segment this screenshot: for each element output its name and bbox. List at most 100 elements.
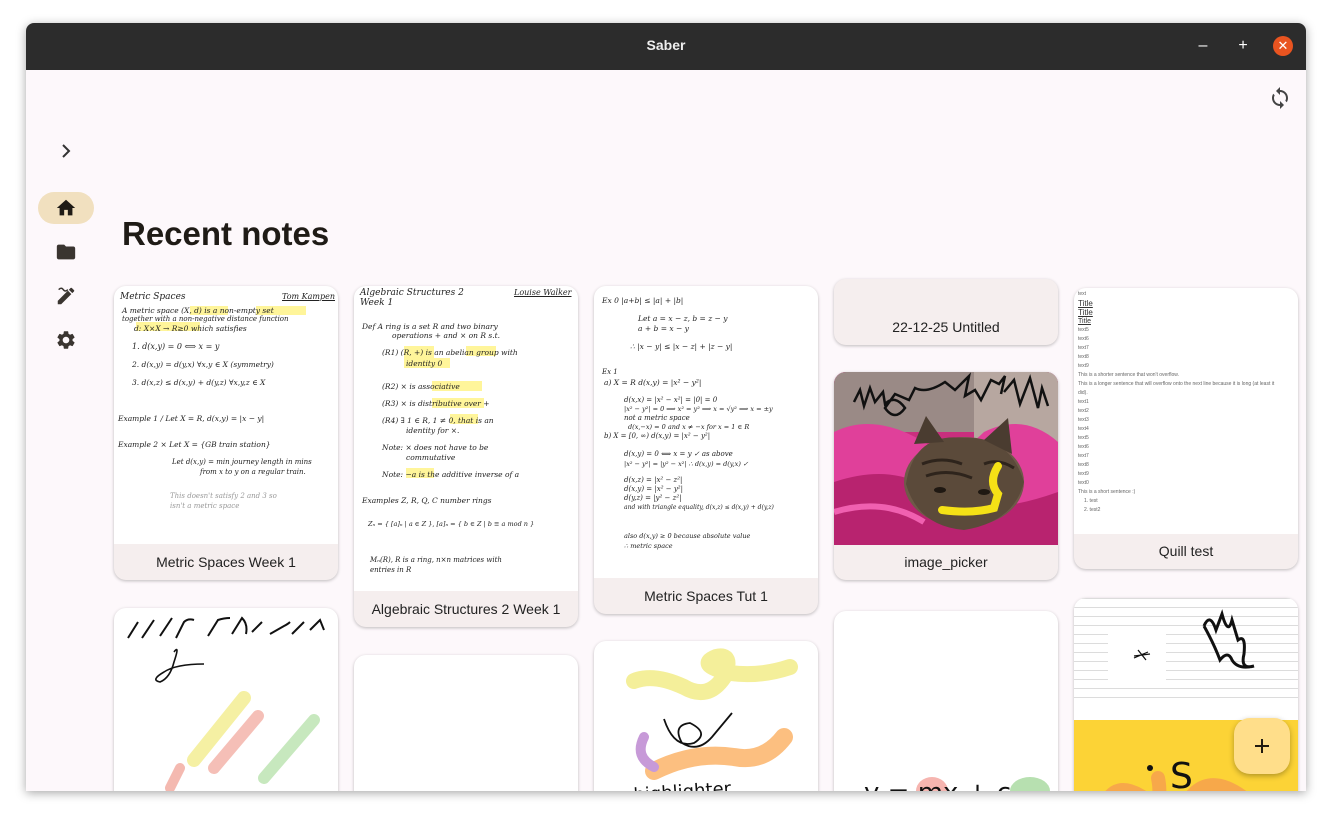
- preview-line: d: X×X → R≥0 which satisfies: [134, 324, 247, 333]
- preview-line: d(x,z) = |x² − z²|: [624, 476, 683, 484]
- preview-line: not a metric space: [624, 414, 690, 422]
- maximize-button[interactable]: +: [1233, 36, 1253, 56]
- note-card[interactable]: [354, 655, 578, 791]
- note-preview: Ex 0 |a+b| ≤ |a| + |b| Let a = x − z, b …: [594, 286, 818, 578]
- preview-line: This doesn't satisfy 2 and 3 so: [170, 492, 277, 500]
- preview-line: b) X = [0, ∞) d(x,y) = |x² − y²|: [604, 432, 711, 440]
- preview-line: d(x,y) = 0 ⟺ x = y ✓ as above: [624, 450, 733, 458]
- note-preview: text Title Title Title text5 text6 text7…: [1074, 288, 1298, 534]
- note-card[interactable]: 22-12-25 Untitled: [834, 279, 1058, 345]
- highlighter-text: highlighter: [633, 778, 732, 791]
- quill-line: text2: [1078, 408, 1089, 414]
- preview-line: ∴ |x − y| ≤ |x − z| + |z − y|: [630, 342, 733, 351]
- quill-line: text8: [1078, 354, 1089, 360]
- quill-line: text9: [1078, 363, 1089, 369]
- quill-line: text4: [1078, 426, 1089, 432]
- quill-line: Title: [1078, 318, 1091, 325]
- preview-line: identity for ×.: [406, 426, 460, 435]
- sync-icon[interactable]: [1268, 86, 1292, 110]
- quill-line: This is a short sentence :): [1078, 489, 1136, 495]
- preview-line: a + b = x − y: [638, 324, 689, 333]
- note-title: Metric Spaces Tut 1: [644, 588, 768, 604]
- preview-line: Let a = x − z, b = z − y: [638, 314, 728, 323]
- equation-text: y = mx + c: [864, 778, 1011, 791]
- note-title: Quill test: [1158, 543, 1214, 559]
- drawing-preview: highlighter: [626, 648, 798, 791]
- preview-line: Examples Z, R, Q, C number rings: [362, 496, 492, 505]
- quill-line: text8: [1078, 462, 1089, 468]
- preview-line: Example 1 / Let X = R, d(x,y) = |x − y|: [118, 414, 265, 423]
- preview-line: (R2) × is associative: [382, 382, 460, 391]
- preview-line: commutative: [406, 453, 456, 462]
- preview-subheading: Week 1: [360, 298, 394, 308]
- preview-line: |x² − y²| = |y² − x²| ∴ d(x,y) = d(y,x) …: [624, 460, 749, 468]
- note-card[interactable]: [114, 608, 338, 791]
- title-bar[interactable]: Saber ‒ + ✕: [26, 23, 1306, 70]
- note-card[interactable]: text Title Title Title text5 text6 text7…: [1074, 288, 1298, 569]
- preview-line: Mₙ(R), R is a ring, n×n matrices with: [370, 556, 502, 564]
- note-card[interactable]: highlighter: [594, 641, 818, 791]
- preview-line: Def A ring is a set R and two binary: [362, 322, 498, 331]
- gear-icon: [57, 331, 75, 349]
- preview-line: |x² − y²| = 0 ⟹ x² = y² ⟹ x = √y² ⟹ x = …: [624, 405, 773, 413]
- preview-line: Ex 1: [602, 368, 618, 376]
- preview-line: Ex 0 |a+b| ≤ |a| + |b|: [602, 296, 684, 305]
- home-icon: [56, 199, 76, 216]
- nav-home[interactable]: [38, 192, 94, 224]
- nav-whiteboard[interactable]: [38, 280, 94, 312]
- preview-line: 3. d(x,z) ≤ d(x,y) + d(y,z) ∀x,y,z ∈ X: [132, 378, 266, 387]
- quill-line: text0: [1078, 480, 1089, 486]
- preview-line: 1. d(x,y) = 0 ⟺ x = y: [132, 342, 220, 351]
- note-preview: Metric Spaces Tom Kampen A metric space …: [114, 286, 338, 544]
- preview-line: 2. d(x,y) = d(y,x) ∀x,y ∈ X (symmetry): [132, 360, 274, 369]
- quill-line: Title: [1078, 299, 1093, 308]
- draw-icon: [57, 287, 75, 305]
- preview-line: Example 2 × Let X = {GB train station}: [118, 440, 271, 449]
- note-title: 22-12-25 Untitled: [892, 319, 1000, 335]
- preview-line: ∴ metric space: [624, 542, 673, 550]
- note-card[interactable]: Algebraic Structures 2 Week 1 Louise Wal…: [354, 286, 578, 627]
- preview-line: a) X = R d(x,y) = |x² − y²|: [604, 378, 702, 387]
- preview-line: d(x,x) = |x² − x²| = |0| = 0: [624, 396, 718, 404]
- preview-line: from x to y on a regular train.: [200, 468, 306, 476]
- preview-line: A metric space (X, d) is a non-empty set: [122, 306, 274, 315]
- cat-photo: [834, 372, 1058, 545]
- preview-line: d(x,y) = |x² − y²|: [624, 485, 683, 493]
- preview-line: Let d(x,y) = min journey length in mins: [172, 458, 312, 466]
- note-card[interactable]: Ex 0 |a+b| ≤ |a| + |b| Let a = x − z, b …: [594, 286, 818, 614]
- quill-line: text5: [1078, 327, 1089, 333]
- note-card[interactable]: y = mx + c: [834, 611, 1058, 791]
- note-title: image_picker: [904, 554, 988, 570]
- svg-text:S: S: [1170, 756, 1193, 791]
- plus-icon: [1255, 739, 1269, 753]
- nav-settings[interactable]: [38, 324, 94, 356]
- quill-line: 1. test: [1084, 498, 1098, 504]
- note-title: Metric Spaces Week 1: [156, 554, 296, 570]
- quill-line: text5: [1078, 435, 1089, 441]
- quill-line: text9: [1078, 471, 1089, 477]
- drawing-preview: [354, 655, 578, 791]
- quill-line: Title: [1078, 308, 1093, 317]
- note-preview: [834, 279, 1058, 309]
- preview-line: (R4) ∃ 1 ∈ R, 1 ≠ 0, that is an: [382, 416, 494, 425]
- preview-line: (R1) (R, +) is an abelian group with: [382, 348, 518, 357]
- note-card[interactable]: image_picker: [834, 372, 1058, 580]
- minimize-button[interactable]: ‒: [1193, 36, 1213, 56]
- note-card[interactable]: Metric Spaces Tom Kampen A metric space …: [114, 286, 338, 580]
- folder-icon: [56, 244, 76, 260]
- nav-browse[interactable]: [38, 236, 94, 268]
- preview-heading: Metric Spaces: [120, 292, 186, 302]
- preview-author: Louise Walker: [514, 288, 572, 297]
- app-window: Saber ‒ + ✕ Recent notes Metric Spaces T…: [26, 23, 1306, 791]
- new-note-button[interactable]: [1234, 718, 1290, 774]
- chevron-right-icon[interactable]: [56, 141, 76, 161]
- preview-line: d(x,−x) = 0 and x ≠ −x for x = 1 ∈ R: [628, 423, 750, 431]
- preview-author: Tom Kampen: [282, 292, 335, 301]
- drawing-preview: y = mx + c: [864, 777, 1050, 791]
- quill-line: 2. test2: [1084, 507, 1101, 513]
- quill-line: text: [1078, 291, 1087, 297]
- note-title: Algebraic Structures 2 Week 1: [371, 601, 561, 617]
- drawing-preview: [127, 616, 325, 791]
- preview-line: isn't a metric space: [170, 502, 240, 510]
- close-button[interactable]: ✕: [1273, 36, 1293, 56]
